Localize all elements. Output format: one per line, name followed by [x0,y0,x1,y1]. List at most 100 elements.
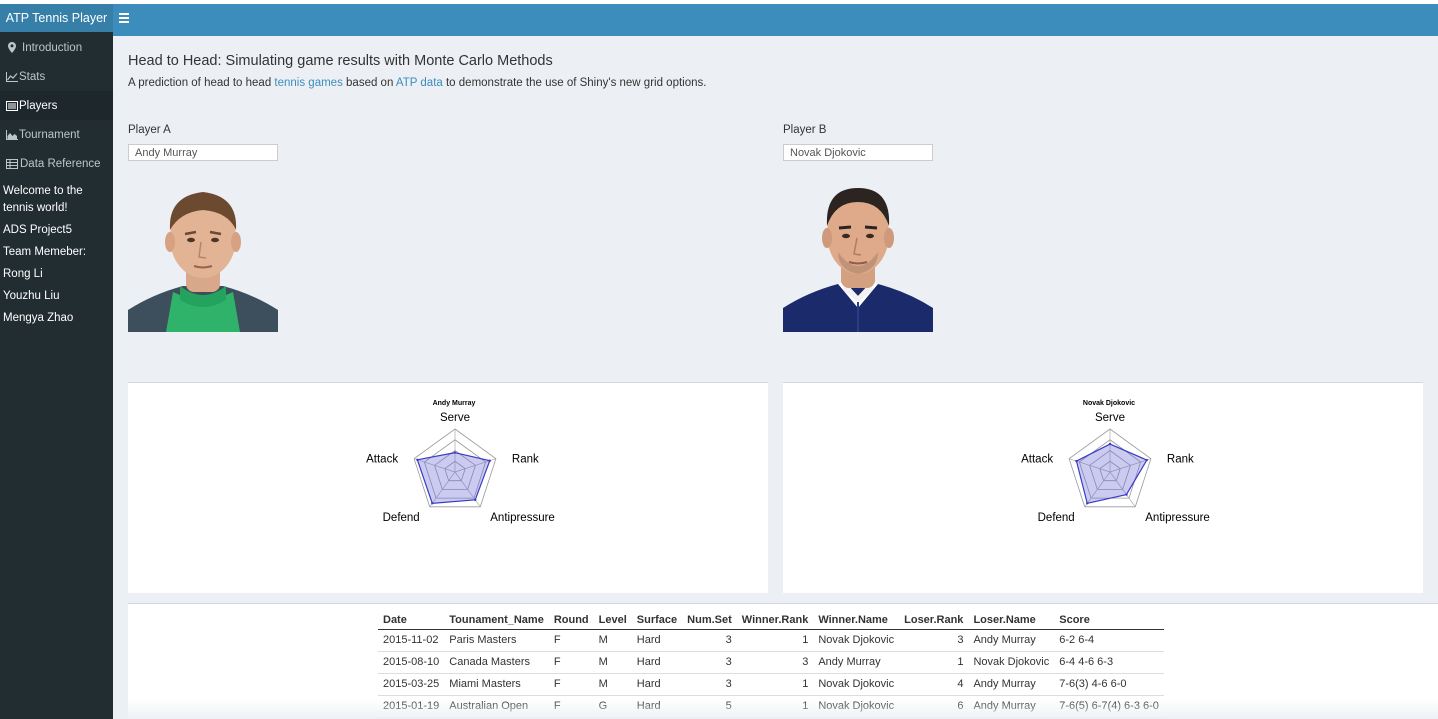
radar-data-point [1125,493,1128,496]
table-cell: Andy Murray [968,629,1055,652]
table-cell: F [548,673,594,696]
radar-data-point [1145,458,1149,462]
column-header[interactable]: Loser.Rank [899,612,969,630]
table-cell: 2015-01-19 [378,695,445,718]
map-marker-icon [6,42,18,54]
app-logo[interactable]: ATP Tennis Player [0,4,113,32]
table-cell: Andy Murray [968,673,1055,696]
radar-chart-player-b: Serve Rank Antipressure Defend Attack [1021,412,1210,524]
table-cell: 2015-03-25 [378,673,445,696]
table-cell: Miami Masters [444,673,549,696]
table-cell: Novak Djokovic [813,673,900,696]
radar-axis-label: Antipressure [490,512,555,524]
table-cell: 3 [736,651,814,674]
sidebar-item-label: Introduction [22,41,83,54]
table-cell: 2015-08-10 [378,651,445,674]
top-header [113,4,1438,36]
table-cell: 6 [899,695,969,718]
column-header[interactable]: Round [548,612,594,630]
team-member: Youzhu Liu [3,290,60,302]
radar-axis-label: Defend [1038,512,1075,524]
table-cell: 4 [899,673,969,696]
radar-data-area [416,452,491,504]
subtitle-text: to demonstrate the use of Shiny's new gr… [442,77,707,89]
table-cell: 7-6(5) 6-7(4) 6-3 6-0 [1054,695,1164,718]
table-cell: F [548,695,594,718]
sidebar-item-tournament[interactable]: Tournament [0,120,113,149]
table-cell: 1 [736,629,814,652]
radar-axis-label: Attack [1021,454,1053,466]
radar-axis-label: Serve [1095,412,1125,424]
tennis-games-link[interactable]: tennis games [274,77,342,89]
list-alt-icon [6,100,18,112]
radar-data-point [416,458,419,461]
table-cell: M [593,673,632,696]
table-body: 2015-11-02 Paris Masters F M Hard 3 1 Novak Djo… [378,629,1164,718]
radar-axis-label: Attack [366,454,398,466]
table-cell: 3 [899,629,969,652]
table-header-row: Date Tounament_Name Round Level Surface Num.S… [378,612,1164,630]
table-cell: Hard [631,673,683,696]
column-header[interactable]: Date [378,612,445,630]
radar-data-point [431,502,434,505]
table-cell: 6-4 4-6 6-3 [1054,651,1164,674]
sidebar-item-stats[interactable]: Stats [0,62,113,91]
radar-data-point [1086,502,1089,505]
sidebar-item-introduction[interactable]: Introduction [0,33,113,62]
welcome-text: Welcome to the tennis world! [3,185,83,214]
radar-data-point [488,459,491,462]
player-b-input[interactable] [783,144,933,161]
player-a-photo [128,182,278,332]
table-cell: Novak Djokovic [813,629,900,652]
sidebar: ATP Tennis Player Introduction Stats Pla… [0,4,113,719]
table-cell: 5 [682,695,737,718]
player-a-input[interactable] [128,144,278,161]
match-history-table: Date Tounament_Name Round Level Surface Num.S… [378,612,1164,718]
table-cell: 2015-11-02 [378,629,445,652]
table-row: 2015-03-25 Miami Masters F M Hard 3 1 Novak Djo… [378,673,1164,696]
table-cell: 1 [736,695,814,718]
table-cell: Paris Masters [444,629,549,652]
table-cell: F [548,651,594,674]
radar-axis-label: Defend [383,512,420,524]
atp-data-link[interactable]: ATP data [396,77,443,89]
match-history-box: Date Tounament_Name Round Level Surface Num.S… [128,603,1438,719]
sidebar-item-label: Tournament [19,128,80,141]
page-title: Head to Head: Simulating game results wi… [128,53,553,69]
table-cell: Hard [631,629,683,652]
radar-axis-label: Rank [512,454,539,466]
line-chart-icon [6,71,18,83]
radar-box-player-a: Andy Murray Serve Rank Antipressure Defend A… [128,382,768,593]
table-row: 2015-08-10 Canada Masters F M Hard 3 3 Andy Mur… [378,651,1164,674]
table-cell: Hard [631,695,683,718]
column-header[interactable]: Winner.Rank [736,612,814,630]
table-cell: 1 [899,651,969,674]
column-header[interactable]: Winner.Name [813,612,900,630]
column-header[interactable]: Score [1054,612,1164,630]
radar-axis-label: Serve [440,412,470,424]
radar-box-player-b: Novak Djokovic Serve Rank Antipressure Defe… [783,382,1423,593]
table-cell: G [593,695,632,718]
sidebar-menu: Introduction Stats Players Tournament Da… [0,33,113,178]
sidebar-item-data-reference[interactable]: Data Reference [0,149,113,178]
team-label: Team Memeber: [3,246,87,258]
column-header[interactable]: Tounament_Name [444,612,549,630]
radar-data-point [1075,459,1078,463]
table-cell: 3 [682,629,737,652]
table-cell: 7-6(3) 4-6 6-0 [1054,673,1164,696]
column-header[interactable]: Loser.Name [968,612,1055,630]
project-name: ADS Project5 [3,224,73,236]
table-cell: Novak Djokovic [813,695,900,718]
sidebar-item-players[interactable]: Players [0,91,113,120]
sidebar-item-label: Players [19,99,58,112]
column-header[interactable]: Level [593,612,632,630]
radar-axis-label: Antipressure [1145,512,1210,524]
radar-axis-label: Rank [1167,454,1194,466]
player-a-label: Player A [128,124,171,136]
table-cell: Novak Djokovic [968,651,1055,674]
team-member: Rong Li [3,268,43,280]
column-header[interactable]: Surface [631,612,683,630]
team-member: Mengya Zhao [3,312,74,324]
sidebar-toggle-icon[interactable] [119,13,132,27]
column-header[interactable]: Num.Set [682,612,737,630]
